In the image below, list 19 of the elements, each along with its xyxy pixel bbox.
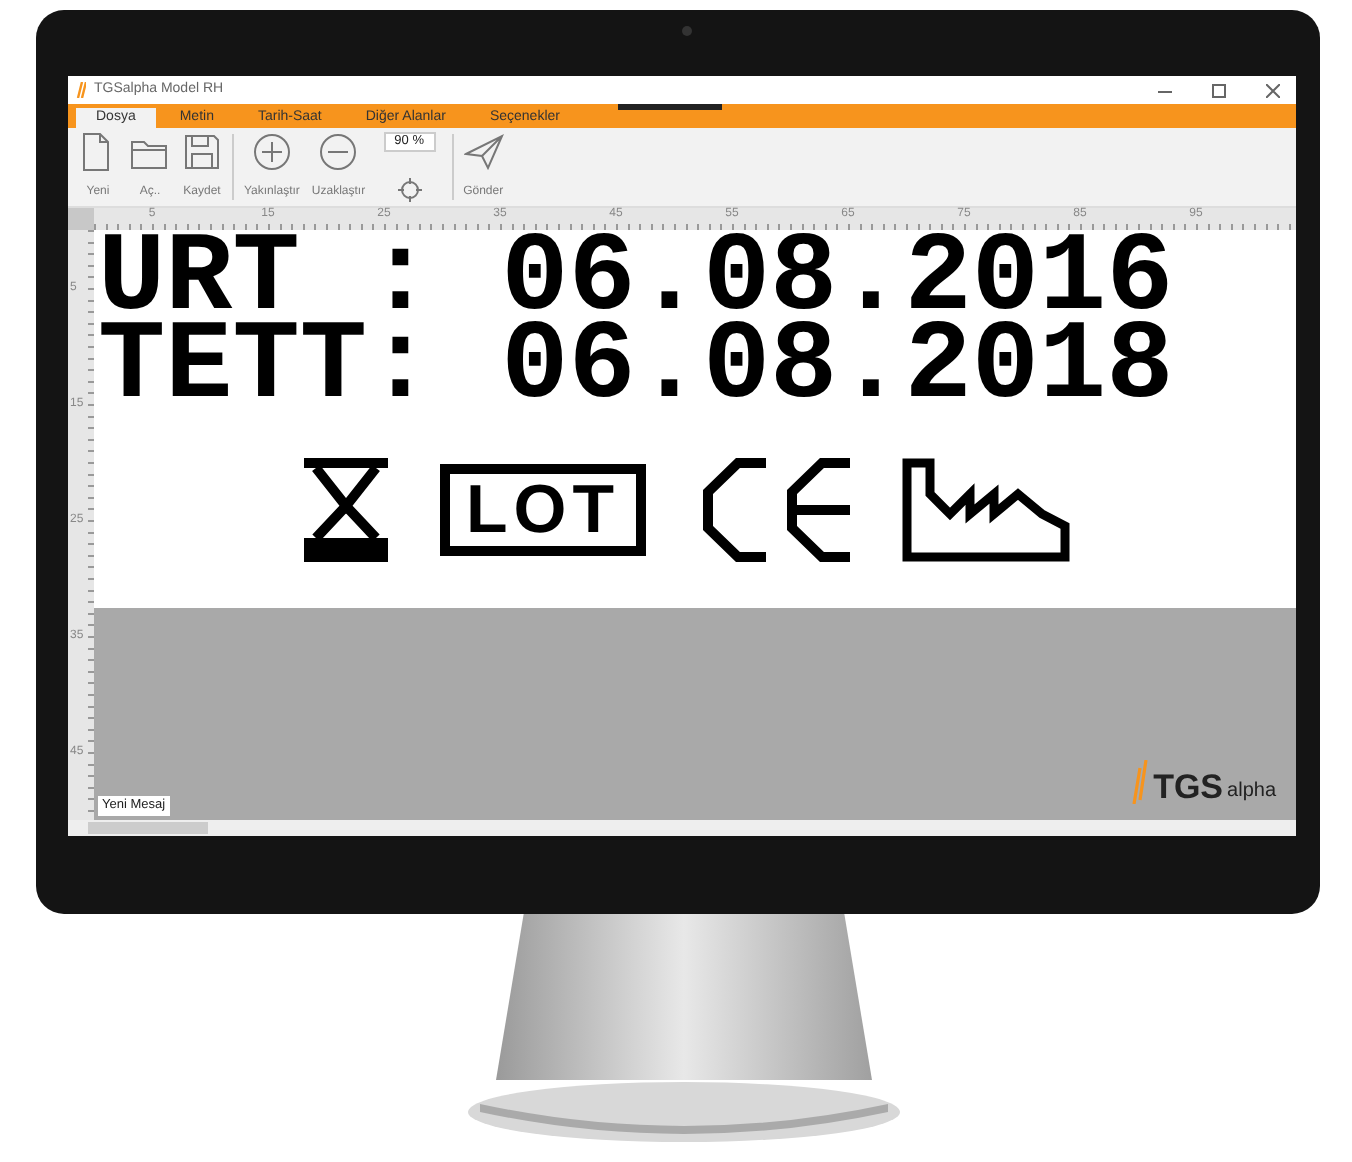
app-icon: [76, 82, 86, 98]
close-icon[interactable]: [1266, 83, 1280, 97]
logo-icon: [1129, 760, 1150, 804]
label-text-line: TETT: 06.08.2018: [98, 322, 1176, 410]
maximize-icon[interactable]: [1212, 83, 1226, 97]
plus-circle-icon: [251, 132, 292, 172]
lot-symbol: LOT: [440, 464, 646, 556]
ruler-corner: [68, 208, 94, 230]
hourglass-icon: [304, 458, 388, 562]
logo-text: TGS: [1153, 770, 1224, 804]
logo-subtext: alpha: [1227, 780, 1276, 804]
crosshair-icon[interactable]: [397, 178, 422, 202]
paper-plane-icon: [463, 132, 504, 172]
factory-icon: [901, 458, 1070, 562]
label-text-line: URT : 06.08.2016: [98, 234, 1176, 322]
ce-mark-icon: [697, 458, 850, 562]
camera-icon: [682, 26, 692, 36]
minus-circle-icon: [318, 132, 359, 172]
scrollbar[interactable]: [68, 820, 1296, 836]
